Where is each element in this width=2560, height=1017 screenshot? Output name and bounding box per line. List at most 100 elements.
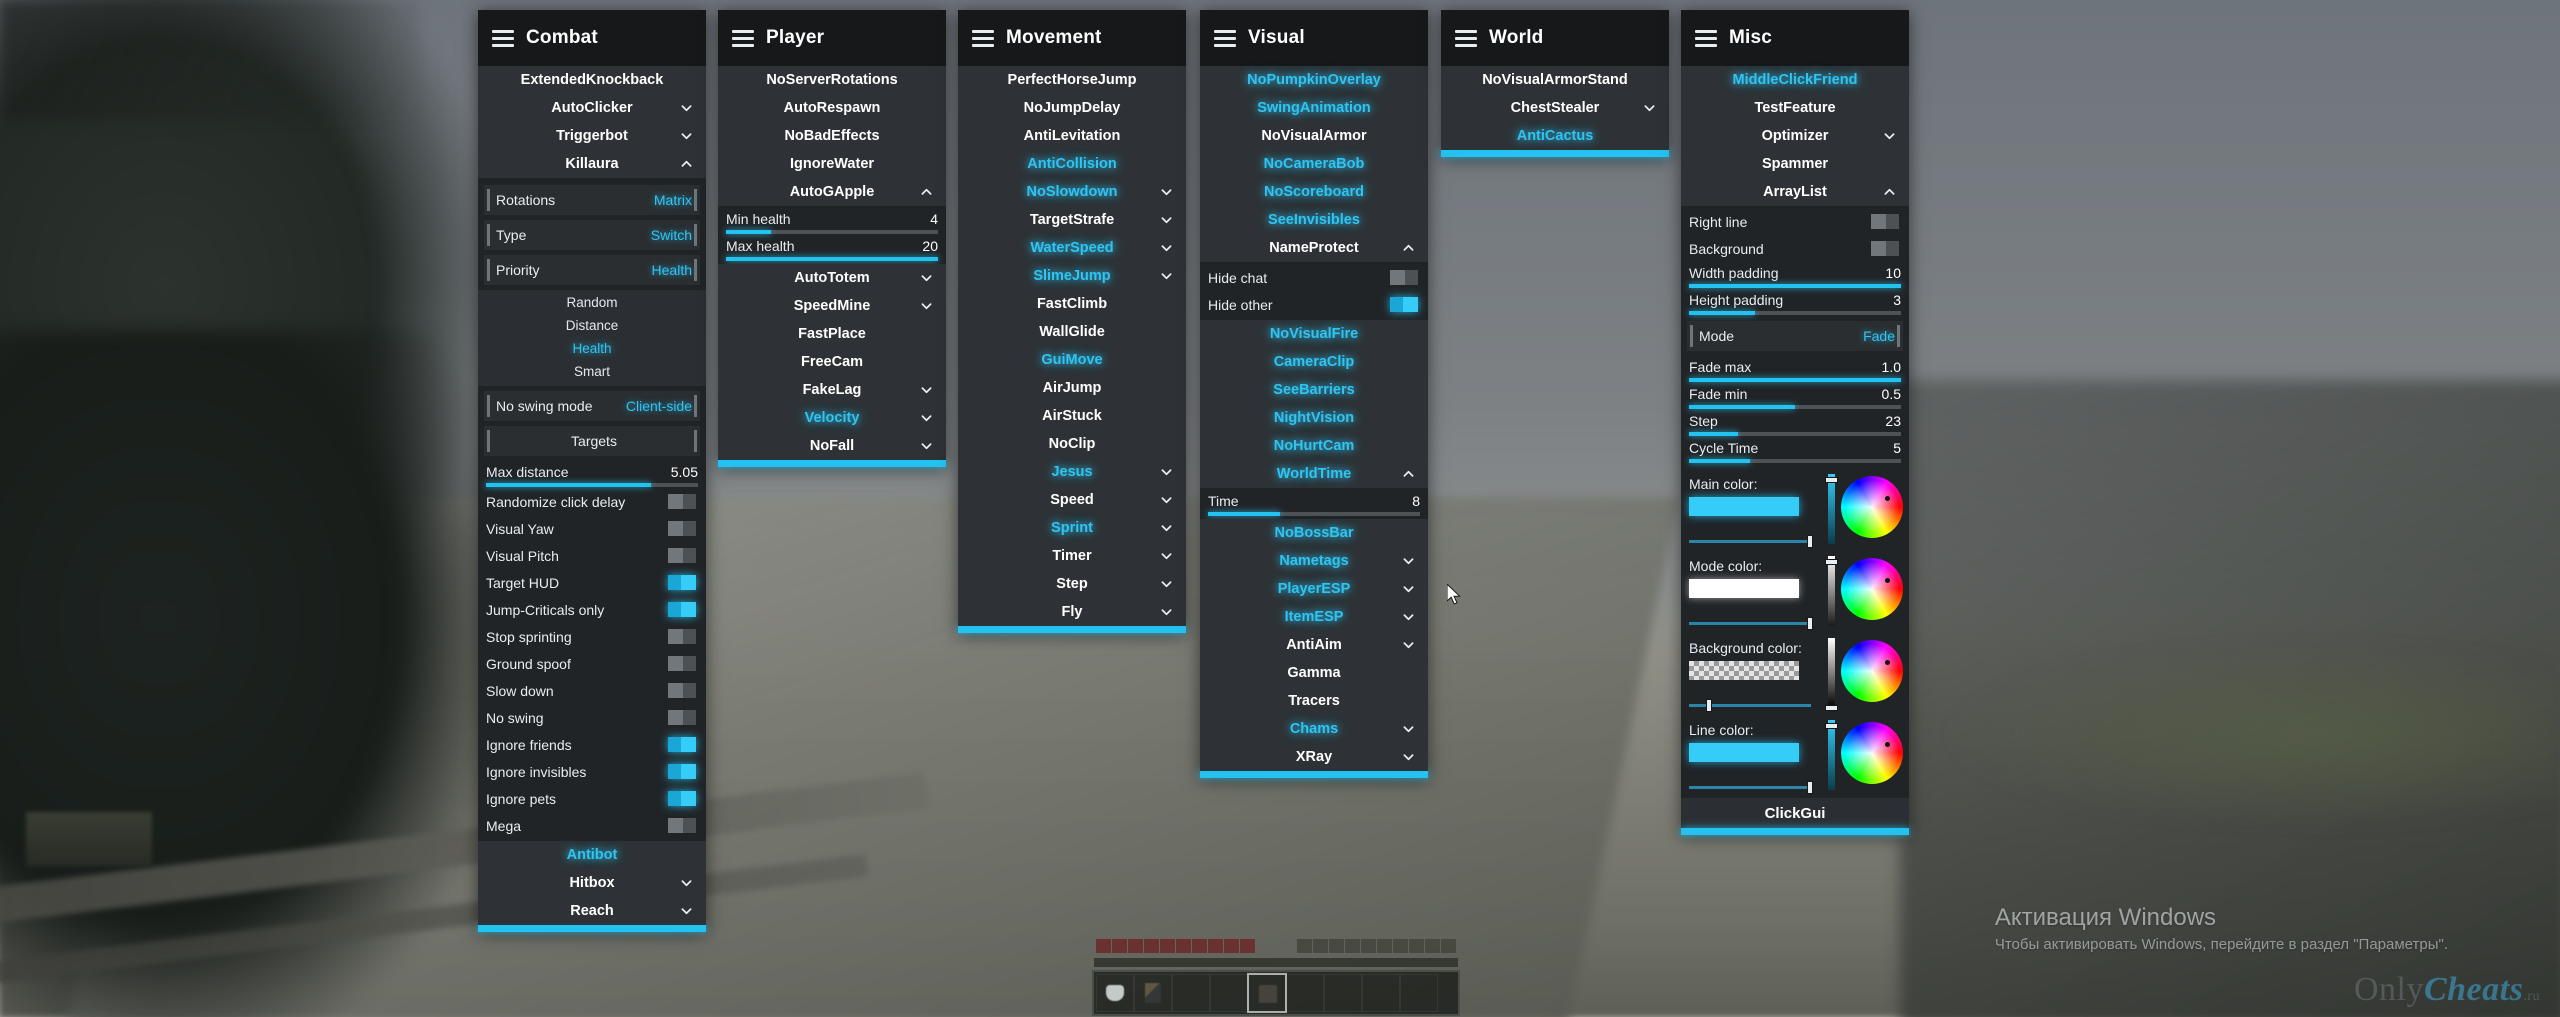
module-speedmine[interactable]: SpeedMine (718, 292, 946, 320)
module-cheststealer[interactable]: ChestStealer (1441, 94, 1669, 122)
enum-option-health[interactable]: Health (478, 337, 706, 360)
hotbar-slot[interactable] (1134, 974, 1172, 1012)
hotbar-slot[interactable] (1362, 974, 1400, 1012)
hotbar-slot[interactable] (1172, 974, 1210, 1012)
slider-max-distance[interactable]: Max distance 5.05 (478, 461, 706, 488)
module-nofall[interactable]: NoFall (718, 432, 946, 460)
module-seebarriers[interactable]: SeeBarriers (1200, 376, 1428, 404)
checkbox-stop-sprinting[interactable]: Stop sprinting (478, 623, 706, 650)
checkbox-hide-chat[interactable]: Hide chat (1200, 264, 1428, 291)
enum-option-distance[interactable]: Distance (478, 314, 706, 337)
module-autogapple[interactable]: AutoGApple (718, 178, 946, 206)
value-slider-track[interactable] (1825, 474, 1838, 544)
color-picker-main-color-[interactable]: Main color: (1681, 468, 1909, 550)
color-picker-background-color-[interactable]: Background color: (1681, 632, 1909, 714)
toggle-switch[interactable] (1871, 214, 1899, 229)
toggle-switch[interactable] (668, 629, 696, 644)
hotbar-slot-selected[interactable] (1247, 973, 1287, 1013)
toggle-switch[interactable] (668, 575, 696, 590)
checkbox-visual-yaw[interactable]: Visual Yaw (478, 515, 706, 542)
module-targetstrafe[interactable]: TargetStrafe (958, 206, 1186, 234)
module-fly[interactable]: Fly (958, 598, 1186, 626)
enum-option-smart[interactable]: Smart (478, 360, 706, 383)
module-noserverrotations[interactable]: NoServerRotations (718, 66, 946, 94)
toggle-switch[interactable] (668, 602, 696, 617)
hamburger-icon[interactable] (1695, 29, 1717, 47)
toggle-switch[interactable] (1871, 241, 1899, 256)
module-timer[interactable]: Timer (958, 542, 1186, 570)
slider-time[interactable]: Time 8 (1200, 490, 1428, 517)
color-swatch[interactable] (1689, 661, 1799, 680)
module-killaura[interactable]: Killaura (478, 150, 706, 178)
checkbox-right-line[interactable]: Right line (1681, 208, 1909, 235)
setting-mode[interactable]: Mode Fade (1687, 321, 1903, 351)
hamburger-icon[interactable] (1214, 29, 1236, 47)
checkbox-mega[interactable]: Mega (478, 812, 706, 839)
value-slider-knob[interactable] (1825, 722, 1838, 729)
module-swinganimation[interactable]: SwingAnimation (1200, 94, 1428, 122)
module-nobossbar[interactable]: NoBossBar (1200, 519, 1428, 547)
slider-track[interactable] (1689, 459, 1901, 463)
slider-fade-min[interactable]: Fade min 0.5 (1681, 383, 1909, 410)
module-testfeature[interactable]: TestFeature (1681, 94, 1909, 122)
module-arraylist[interactable]: ArrayList (1681, 178, 1909, 206)
alpha-slider-knob[interactable] (1706, 699, 1713, 712)
checkbox-ignore-invisibles[interactable]: Ignore invisibles (478, 758, 706, 785)
module-nameprotect[interactable]: NameProtect (1200, 234, 1428, 262)
hotbar-slot[interactable] (1324, 974, 1362, 1012)
toggle-switch[interactable] (668, 764, 696, 779)
hamburger-icon[interactable] (972, 29, 994, 47)
checkbox-visual-pitch[interactable]: Visual Pitch (478, 542, 706, 569)
enum-option-random[interactable]: Random (478, 291, 706, 314)
slider-height-padding[interactable]: Height padding 3 (1681, 289, 1909, 316)
checkbox-target-hud[interactable]: Target HUD (478, 569, 706, 596)
module-antilevitation[interactable]: AntiLevitation (958, 122, 1186, 150)
module-triggerbot[interactable]: Triggerbot (478, 122, 706, 150)
module-nobadeffects[interactable]: NoBadEffects (718, 122, 946, 150)
module-freecam[interactable]: FreeCam (718, 348, 946, 376)
module-noslowdown[interactable]: NoSlowdown (958, 178, 1186, 206)
module-xray[interactable]: XRay (1200, 743, 1428, 771)
toggle-switch[interactable] (1390, 297, 1418, 312)
color-wheel[interactable] (1841, 558, 1903, 620)
panel-visual[interactable]: Visual NoPumpkinOverlay SwingAnimation NoVi… (1200, 10, 1428, 778)
module-antiaim[interactable]: AntiAim (1200, 631, 1428, 659)
hotbar-slot[interactable] (1400, 974, 1438, 1012)
checkbox-slow-down[interactable]: Slow down (478, 677, 706, 704)
color-picker-mode-color-[interactable]: Mode color: (1681, 550, 1909, 632)
checkbox-randomize-click-delay[interactable]: Randomize click delay (478, 488, 706, 515)
module-nocamerabob[interactable]: NoCameraBob (1200, 150, 1428, 178)
value-slider-knob[interactable] (1825, 476, 1838, 483)
module-itemesp[interactable]: ItemESP (1200, 603, 1428, 631)
toggle-switch[interactable] (668, 548, 696, 563)
module-tracers[interactable]: Tracers (1200, 687, 1428, 715)
module-autoclicker[interactable]: AutoClicker (478, 94, 706, 122)
alpha-slider-track[interactable] (1689, 535, 1814, 548)
module-nojumpdelay[interactable]: NoJumpDelay (958, 94, 1186, 122)
module-anticollision[interactable]: AntiCollision (958, 150, 1186, 178)
module-slimejump[interactable]: SlimeJump (958, 262, 1186, 290)
slider-cycle-time[interactable]: Cycle Time 5 (1681, 437, 1909, 464)
module-middleclickfriend[interactable]: MiddleClickFriend (1681, 66, 1909, 94)
module-noclip[interactable]: NoClip (958, 430, 1186, 458)
panel-world[interactable]: World NoVisualArmorStand ChestStealer AntiC… (1441, 10, 1669, 157)
setting-no-swing-mode[interactable]: No swing mode Client-side (484, 391, 700, 421)
module-autorespawn[interactable]: AutoRespawn (718, 94, 946, 122)
slider-track[interactable] (486, 483, 698, 487)
color-wheel[interactable] (1841, 640, 1903, 702)
slider-track[interactable] (1689, 311, 1901, 315)
module-wallglide[interactable]: WallGlide (958, 318, 1186, 346)
checkbox-background[interactable]: Background (1681, 235, 1909, 262)
module-velocity[interactable]: Velocity (718, 404, 946, 432)
module-playeresp[interactable]: PlayerESP (1200, 575, 1428, 603)
panel-misc[interactable]: Misc MiddleClickFriend TestFeature Optimize… (1681, 10, 1909, 835)
slider-track[interactable] (1689, 405, 1901, 409)
toggle-switch[interactable] (668, 656, 696, 671)
slider-track[interactable] (726, 230, 938, 234)
alpha-slider-knob[interactable] (1807, 617, 1814, 630)
module-noscoreboard[interactable]: NoScoreboard (1200, 178, 1428, 206)
setting-type[interactable]: Type Switch (484, 220, 700, 250)
toggle-switch[interactable] (668, 737, 696, 752)
panel-movement[interactable]: Movement PerfectHorseJump NoJumpDelay AntiL… (958, 10, 1186, 633)
checkbox-jump-criticals-only[interactable]: Jump-Criticals only (478, 596, 706, 623)
